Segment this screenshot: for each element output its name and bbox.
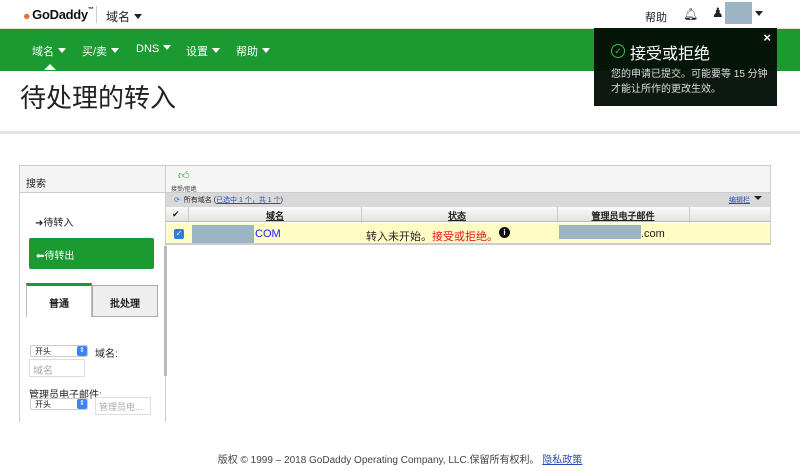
domain-label: 域名: (95, 349, 118, 360)
all-domains-label: 所有域名 (183, 197, 212, 204)
pending-incoming-link[interactable]: ➜待转入 (35, 214, 73, 229)
caret-down-icon (212, 48, 220, 53)
refresh-icon[interactable]: ⟳ (174, 197, 180, 204)
search-panel: 搜索 ➜待转入 ⬅待转出 普通 批处理 开头 ⇕ 域名: 域名 管理员电子邮件: … (19, 165, 167, 422)
logo-text: GoDaddy (32, 7, 88, 22)
bell-icon[interactable]: 🔔︎ (683, 7, 698, 21)
domain-input[interactable]: 域名 (29, 359, 85, 377)
row-checkbox[interactable]: ✓ (174, 229, 184, 239)
accept-reject-link[interactable]: 接受或拒绝。 (432, 228, 498, 244)
product-menu[interactable]: 域名 (106, 8, 143, 25)
column-status[interactable]: 状态 (362, 209, 552, 222)
divider (96, 6, 97, 23)
nav-settings[interactable]: 设置 (186, 43, 220, 59)
email-match-select[interactable]: 开头 ⇕ (30, 398, 88, 410)
thumbs-up-icon[interactable]: 👍︎ (178, 169, 190, 182)
page-title: 待处理的转入 (20, 83, 177, 113)
caret-down-icon (134, 14, 143, 19)
copyright: 版权 © 1999 – 2018 GoDaddy Operating Compa… (217, 455, 540, 466)
select-all-checkmark-icon[interactable]: ✔ (172, 209, 180, 220)
active-nav-pointer (44, 64, 56, 70)
select-arrows-icon: ⇕ (77, 346, 87, 356)
logo-mascot-icon: ☻ (22, 11, 32, 21)
select-arrows-icon: ⇕ (77, 399, 87, 409)
tab-normal[interactable]: 普通 (26, 283, 92, 317)
panel-splitter[interactable] (164, 246, 167, 376)
separator (0, 131, 800, 134)
column-domain[interactable]: 域名 (190, 209, 360, 222)
caret-down-icon (754, 196, 762, 200)
column-admin-email[interactable]: 管理员电子邮件 (558, 209, 688, 222)
edit-columns-link[interactable]: 编辑栏 (729, 195, 762, 205)
nav-domains[interactable]: 域名 (32, 43, 66, 59)
filter-bar: ⟳ 所有域名 (已选中 1 个，共 1 个) 编辑栏 (166, 193, 770, 207)
footer: 版权 © 1999 – 2018 GoDaddy Operating Compa… (0, 451, 800, 466)
domain-link[interactable]: COM (255, 228, 281, 240)
nav-buy-sell[interactable]: 买/卖 (82, 43, 120, 59)
status-text: 转入未开始。 (366, 231, 432, 243)
godaddy-logo[interactable]: ☻GoDaddy™ (22, 7, 94, 22)
tab-batch[interactable]: 批处理 (92, 285, 158, 317)
caret-down-icon (58, 48, 66, 53)
privacy-link[interactable]: 隐私政策 (542, 455, 582, 466)
check-circle-icon: ✓ (611, 44, 625, 58)
nav-dns[interactable]: DNS (136, 43, 172, 55)
grid-toolbar: 👍︎ 接受/拒绝 (166, 166, 770, 193)
nav-help[interactable]: 帮助 (236, 43, 270, 59)
caret-down-icon (262, 48, 270, 53)
email-input[interactable]: 管理员电... (95, 397, 151, 415)
email-domain: .com (641, 228, 665, 240)
help-link[interactable]: 帮助 (645, 9, 667, 25)
info-icon[interactable]: i (499, 227, 510, 238)
top-bar: ☻GoDaddy™ 域名 帮助 🔔︎ ♟ (0, 0, 800, 29)
close-icon[interactable]: × (763, 30, 771, 45)
domain-name-redacted (192, 225, 254, 243)
domain-match-select[interactable]: 开头 ⇕ (30, 345, 88, 357)
email-redacted (559, 225, 641, 239)
caret-down-icon (163, 45, 172, 50)
table-row[interactable]: ✓ COM 转入未开始。 接受或拒绝。 i .com (166, 223, 770, 244)
grid-header: ✔ 域名 状态 管理员电子邮件 (166, 207, 770, 222)
domain-grid: 👍︎ 接受/拒绝 ⟳ 所有域名 (已选中 1 个，共 1 个) 编辑栏 ✔ 域名… (165, 165, 771, 245)
accept-reject-button[interactable]: 接受/拒绝 (171, 184, 197, 193)
user-name-redacted[interactable] (725, 2, 752, 24)
toast-message: 您的申请已提交。可能要等 15 分钟才能让所作的更改生效。 (611, 69, 768, 95)
toast-title: 接受或拒绝 (630, 46, 711, 63)
selection-link[interactable]: 已选中 1 个，共 1 个 (216, 197, 281, 204)
pending-outgoing-button[interactable]: ⬅待转出 (29, 238, 154, 269)
caret-down-icon (111, 48, 120, 53)
search-panel-header: 搜索 (20, 166, 165, 193)
user-icon[interactable]: ♟ (712, 5, 724, 21)
caret-down-icon[interactable] (751, 7, 763, 21)
notification-toast: × ✓ 接受或拒绝 您的申请已提交。可能要等 15 分钟才能让所作的更改生效。 (594, 28, 777, 106)
product-label: 域名 (106, 10, 131, 24)
